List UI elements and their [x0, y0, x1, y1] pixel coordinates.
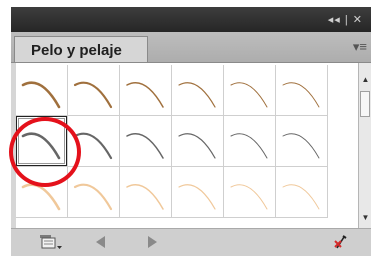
brush-stroke-preview [230, 184, 268, 210]
brush-library-menu-icon[interactable] [38, 234, 64, 250]
brush-swatch[interactable] [276, 167, 328, 218]
previous-library-icon[interactable] [94, 234, 106, 250]
brush-stroke-preview [21, 81, 61, 109]
brush-swatch[interactable] [276, 116, 328, 167]
brush-swatch[interactable] [276, 65, 328, 116]
scroll-thumb[interactable] [360, 91, 370, 117]
brush-stroke-preview [230, 82, 268, 108]
brush-stroke-preview [230, 133, 268, 159]
brush-swatch[interactable] [68, 65, 120, 116]
scroll-up-arrow-icon[interactable]: ▲ [360, 75, 371, 84]
brush-swatch[interactable] [120, 116, 172, 167]
brush-swatch[interactable] [224, 116, 276, 167]
brush-stroke-preview [178, 184, 216, 210]
brush-stroke-preview [73, 81, 113, 109]
tab-row: Pelo y pelaje ▾≡ [11, 32, 371, 63]
brush-swatch[interactable] [68, 167, 120, 218]
brush-swatch[interactable] [172, 116, 224, 167]
next-library-icon[interactable] [147, 234, 159, 250]
brush-swatch[interactable] [224, 167, 276, 218]
brush-swatch[interactable] [120, 167, 172, 218]
brush-swatch[interactable] [172, 167, 224, 218]
vertical-scrollbar[interactable]: ▲ ▼ [358, 63, 371, 228]
brush-stroke-preview [126, 82, 164, 108]
brush-swatch[interactable] [120, 65, 172, 116]
scroll-down-arrow-icon[interactable]: ▼ [360, 213, 371, 222]
brush-stroke-preview [178, 82, 216, 108]
brush-stroke-preview [126, 133, 164, 159]
brush-swatch[interactable] [224, 65, 276, 116]
brush-swatch[interactable] [16, 65, 68, 116]
brush-stroke-preview [282, 82, 320, 108]
brush-swatch[interactable] [172, 65, 224, 116]
brush-stroke-preview [21, 132, 61, 160]
brush-stroke-preview [73, 183, 113, 211]
brush-stroke-preview [73, 132, 113, 160]
brush-swatch-selected[interactable] [16, 116, 68, 167]
brush-grid [16, 63, 358, 228]
panel-titlebar: ◂◂ | ✕ [11, 7, 371, 32]
brush-stroke-preview [21, 183, 61, 211]
brush-library-panel: ◂◂ | ✕ Pelo y pelaje ▾≡ ▲ ▼ [11, 7, 371, 256]
brush-stroke-preview [126, 184, 164, 210]
tab-pelo-y-pelaje[interactable]: Pelo y pelaje [14, 36, 148, 62]
brush-stroke-preview [282, 184, 320, 210]
collapse-close-controls[interactable]: ◂◂ | ✕ [328, 13, 363, 26]
brush-stroke-preview [178, 133, 216, 159]
tab-label: Pelo y pelaje [31, 42, 122, 59]
panel-menu-icon[interactable]: ▾≡ [353, 40, 367, 53]
brush-swatch[interactable] [16, 167, 68, 218]
brush-stroke-preview [282, 133, 320, 159]
brush-swatch[interactable] [68, 116, 120, 167]
panel-bottom-toolbar [11, 228, 371, 256]
remove-brush-stroke-icon[interactable] [333, 234, 349, 250]
